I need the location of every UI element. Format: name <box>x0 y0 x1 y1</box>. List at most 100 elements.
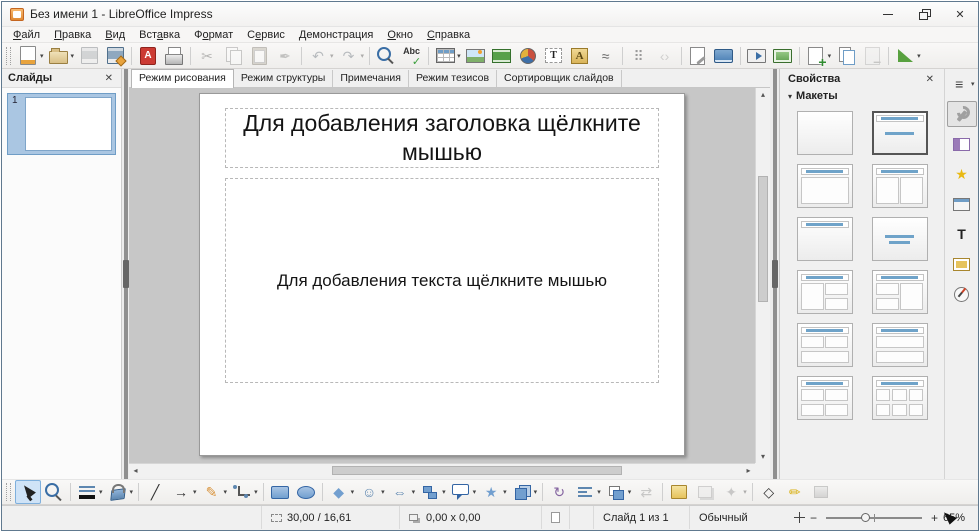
layout-title-6content[interactable] <box>872 376 928 420</box>
align-icon[interactable]: ▾ <box>572 480 603 504</box>
start-slideshow-icon[interactable] <box>744 44 770 68</box>
basic-shapes-icon[interactable]: ◆▾ <box>326 480 357 504</box>
slide-transition-icon[interactable] <box>947 131 977 157</box>
scroll-right-icon[interactable]: ▸ <box>742 464 755 477</box>
open-icon[interactable]: ▾ <box>46 44 77 68</box>
scroll-up-icon[interactable]: ▴ <box>756 88 770 101</box>
block-arrows-icon[interactable]: ⇔▾ <box>387 480 418 504</box>
zoom-out-icon[interactable]: − <box>810 511 817 525</box>
splitter-handle[interactable] <box>772 260 778 288</box>
insert-image-icon[interactable] <box>463 44 489 68</box>
insert-comment-icon[interactable] <box>666 480 692 504</box>
close-icon[interactable]: ✕ <box>924 74 936 85</box>
curve-icon[interactable]: ✎▾ <box>199 480 230 504</box>
menu-edit[interactable]: Правка <box>47 28 98 42</box>
layout-title-4content[interactable] <box>797 376 853 420</box>
layout-centered-text[interactable] <box>872 217 928 261</box>
menu-format[interactable]: Формат <box>187 28 240 42</box>
view-mode-field[interactable]: Обычный <box>689 506 785 529</box>
restore-button[interactable] <box>906 2 942 26</box>
insert-media-icon[interactable] <box>489 44 515 68</box>
menu-insert[interactable]: Вставка <box>132 28 187 42</box>
menu-help[interactable]: Справка <box>420 28 477 42</box>
3d-objects-icon[interactable]: ▾ <box>509 480 540 504</box>
hyperlink-icon[interactable]: ≈ <box>593 44 619 68</box>
slide-properties-icon[interactable] <box>685 44 711 68</box>
arrange-icon[interactable]: ▾ <box>603 480 634 504</box>
navigator-icon[interactable] <box>947 281 977 307</box>
menu-tools[interactable]: Сервис <box>240 28 292 42</box>
display-grid-icon[interactable]: ⠿ <box>626 44 652 68</box>
save-as-icon[interactable] <box>102 44 128 68</box>
vertical-scrollbar[interactable]: ▴ ▾ <box>755 88 770 463</box>
fontwork-icon[interactable] <box>567 44 593 68</box>
zoom-icon[interactable] <box>41 480 67 504</box>
new-slide-icon[interactable]: ▾ <box>803 44 834 68</box>
scroll-left-icon[interactable]: ◂ <box>129 464 142 477</box>
insert-chart-icon[interactable] <box>515 44 541 68</box>
layout-title-2content-content[interactable] <box>872 270 928 314</box>
menu-view[interactable]: Вид <box>98 28 132 42</box>
select-icon[interactable] <box>15 480 41 504</box>
tab-drawing-view[interactable]: Режим рисования <box>131 69 234 88</box>
line-style-icon[interactable]: ▾ <box>74 480 105 504</box>
spelling-icon[interactable] <box>399 44 425 68</box>
new-presentation-icon[interactable]: ▾ <box>15 44 46 68</box>
menu-file[interactable]: Файл <box>6 28 47 42</box>
lines-arrows-icon[interactable]: →▾ <box>168 480 199 504</box>
splitter-handle[interactable] <box>123 260 129 288</box>
presentation-settings-icon[interactable] <box>770 44 796 68</box>
horizontal-scrollbar[interactable]: ◂ ▸ <box>129 463 755 477</box>
title-placeholder[interactable]: Для добавления заголовка щёлкните мышью <box>225 108 659 168</box>
animation-icon[interactable]: ★ <box>947 161 977 187</box>
layout-title-content-over-content[interactable] <box>872 323 928 367</box>
right-panel-splitter[interactable] <box>770 69 779 479</box>
insert-line-icon[interactable]: ╱ <box>142 480 168 504</box>
layout-title-only[interactable] <box>797 217 853 261</box>
layout-title-content[interactable] <box>797 164 853 208</box>
vertical-scroll-thumb[interactable] <box>758 176 768 302</box>
slide[interactable]: Для добавления заголовка щёлкните мышью … <box>199 93 685 456</box>
minimize-button[interactable] <box>870 2 906 26</box>
insert-textbox-icon[interactable] <box>541 44 567 68</box>
zoom-in-icon[interactable]: + <box>931 511 938 525</box>
menu-window[interactable]: Окно <box>380 28 420 42</box>
tab-notes-view[interactable]: Примечания <box>333 70 409 87</box>
glue-points-icon[interactable]: ✏ <box>782 480 808 504</box>
ellipse-icon[interactable] <box>293 480 319 504</box>
insert-table-icon[interactable]: ▾ <box>432 44 463 68</box>
export-pdf-icon[interactable] <box>135 44 161 68</box>
slide-thumbnail[interactable]: 1 <box>7 93 116 155</box>
styles-icon[interactable]: T <box>947 221 977 247</box>
rotate-icon[interactable]: ↻ <box>546 480 572 504</box>
layouts-section-header[interactable]: ▾ Макеты <box>780 88 944 104</box>
zoom-slider-thumb[interactable] <box>861 513 870 522</box>
zoom-slider[interactable] <box>826 517 922 519</box>
stars-icon[interactable]: ★▾ <box>478 480 509 504</box>
properties-wrench-icon[interactable] <box>947 101 977 127</box>
menu-slideshow[interactable]: Демонстрация <box>292 28 381 42</box>
layout-title-content-2content[interactable] <box>797 270 853 314</box>
edit-points-icon[interactable]: ◇ <box>756 480 782 504</box>
draw-functions-icon[interactable]: ▾ <box>892 44 923 68</box>
flowchart-icon[interactable]: ▾ <box>417 480 448 504</box>
body-placeholder[interactable]: Для добавления текста щёлкните мышью <box>225 178 659 383</box>
tab-outline-view[interactable]: Режим структуры <box>234 70 333 87</box>
callouts-icon[interactable]: ▾ <box>448 480 479 504</box>
fit-slide-icon[interactable] <box>794 512 805 523</box>
rectangle-icon[interactable] <box>267 480 293 504</box>
layout-title-two-content[interactable] <box>872 164 928 208</box>
scroll-down-icon[interactable]: ▾ <box>756 450 770 463</box>
fill-color-icon[interactable]: ▾ <box>105 480 136 504</box>
print-icon[interactable] <box>161 44 187 68</box>
symbol-shapes-icon[interactable]: ☺▾ <box>356 480 387 504</box>
find-replace-icon[interactable] <box>373 44 399 68</box>
gallery-icon[interactable] <box>947 251 977 277</box>
layout-blank[interactable] <box>797 111 853 155</box>
master-slides-icon[interactable] <box>947 191 977 217</box>
connector-icon[interactable]: ▾ <box>229 480 260 504</box>
display-views-icon[interactable] <box>711 44 737 68</box>
tab-handout-view[interactable]: Режим тезисов <box>409 70 497 87</box>
sidebar-settings-icon[interactable]: ≡▾ <box>947 71 977 97</box>
duplicate-slide-icon[interactable] <box>833 44 859 68</box>
